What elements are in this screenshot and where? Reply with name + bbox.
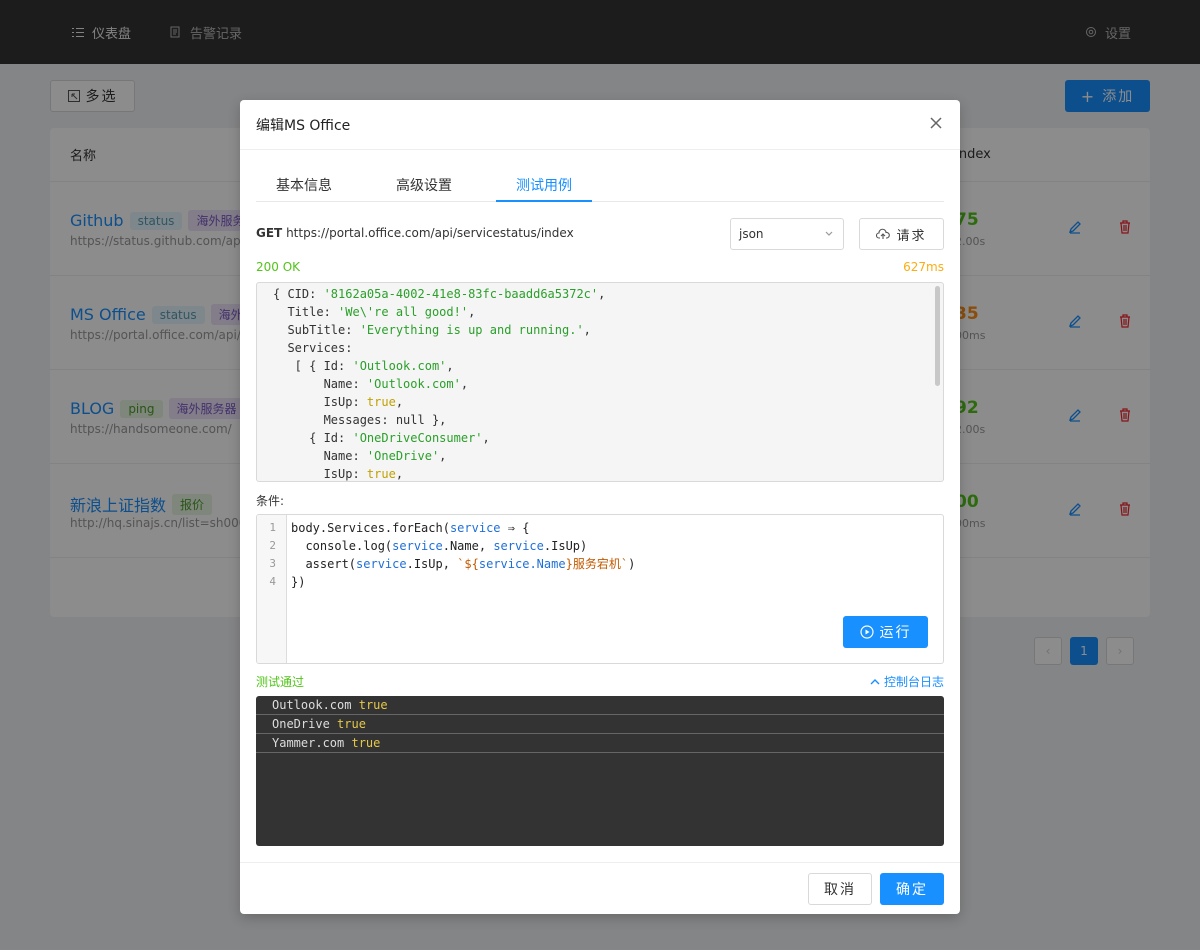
chevron-up-icon (870, 679, 880, 685)
code-line: }) (291, 575, 306, 589)
line-number: 3 (269, 557, 276, 570)
code-line: console.log(service.Name, service.IsUp) (291, 539, 588, 553)
line-gutter: 1 2 3 4 (257, 515, 287, 663)
chevron-down-icon (825, 231, 833, 236)
close-icon[interactable] (928, 115, 944, 131)
console-log: Outlook.com true OneDrive true Yammer.co… (256, 696, 944, 846)
format-value: json (739, 227, 764, 241)
condition-label: 条件: (256, 494, 285, 508)
edit-modal: 编辑MS Office 基本信息 高级设置 测试用例 GET https://p… (240, 100, 960, 914)
request-url: https://portal.office.com/api/servicesta… (286, 226, 574, 240)
line-number: 2 (269, 539, 276, 552)
request-method: GET (256, 226, 283, 240)
line-number: 1 (269, 521, 276, 534)
cancel-button[interactable]: 取消 (808, 873, 872, 905)
format-select[interactable]: json (730, 218, 844, 250)
request-button[interactable]: 请求 (859, 218, 944, 250)
console-line-value: true (337, 717, 366, 731)
code-line: body.Services.forEach(service ⇒ { (291, 521, 530, 535)
code-line: assert(service.IsUp, `${service.Name}服务宕… (291, 557, 636, 571)
tab-advanced[interactable]: 高级设置 (376, 172, 472, 202)
response-time: 627ms (903, 260, 944, 274)
console-toggle[interactable]: 控制台日志 (870, 673, 944, 690)
console-line-name: OneDrive (272, 717, 330, 731)
response-status: 200 OK (256, 260, 301, 274)
modal-header: 编辑MS Office (240, 100, 960, 150)
console-toggle-label: 控制台日志 (883, 675, 944, 689)
response-text: { CID: '8162a05a-4002-41e8-83fc-baadd6a5… (273, 287, 606, 481)
play-icon (859, 625, 874, 639)
modal-tabs: 基本信息 高级设置 测试用例 (256, 172, 944, 202)
console-line: Yammer.com true (256, 734, 944, 753)
console-line: OneDrive true (256, 715, 944, 734)
run-button[interactable]: 运行 (843, 616, 928, 648)
response-scrollbar[interactable] (935, 286, 940, 386)
console-line-name: Yammer.com (272, 736, 345, 750)
test-result: 测试通过 (256, 675, 305, 689)
run-label: 运行 (879, 625, 912, 641)
console-line-value: true (351, 736, 381, 750)
request-label: 请求 (896, 228, 927, 244)
tab-testcase[interactable]: 测试用例 (496, 172, 592, 202)
code-lines: body.Services.forEach(service ⇒ { consol… (291, 519, 635, 591)
condition-editor[interactable]: 1 2 3 4 body.Services.forEach(service ⇒ … (256, 514, 944, 664)
response-body[interactable]: { CID: '8162a05a-4002-41e8-83fc-baadd6a5… (256, 282, 944, 482)
modal-title: 编辑MS Office (256, 117, 351, 134)
request-line: GET https://portal.office.com/api/servic… (256, 226, 574, 240)
line-number: 4 (269, 575, 276, 588)
confirm-button[interactable]: 确定 (880, 873, 944, 905)
tab-basic[interactable]: 基本信息 (256, 172, 352, 202)
cloud-icon (876, 228, 891, 239)
console-line-name: Outlook.com (272, 698, 352, 712)
console-line: Outlook.com true (256, 696, 944, 715)
modal-footer: 取消 确定 (240, 862, 960, 914)
console-line-value: true (358, 698, 388, 712)
